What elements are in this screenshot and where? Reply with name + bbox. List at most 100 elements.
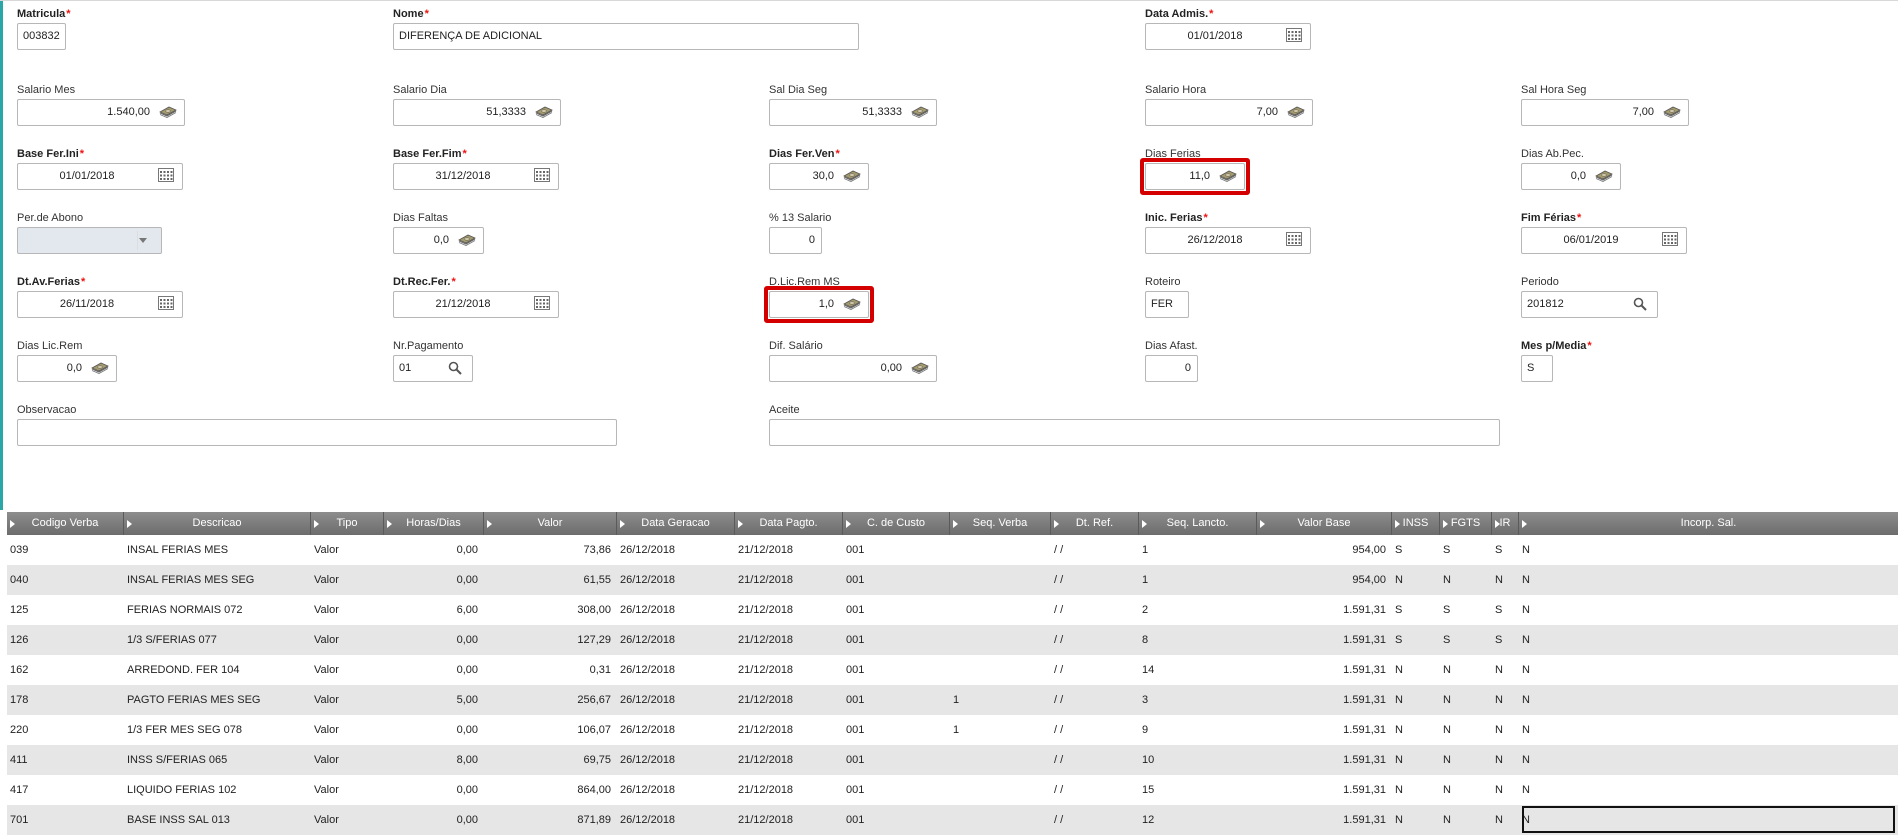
column-header[interactable]: C. de Custo <box>843 512 950 535</box>
column-sort-icon[interactable] <box>10 520 15 528</box>
table-cell[interactable]: N <box>1522 775 1530 805</box>
table-cell[interactable]: S <box>1443 625 1450 655</box>
table-cell[interactable]: 0,00 <box>384 565 478 595</box>
calendar-icon[interactable] <box>534 296 552 313</box>
column-header[interactable]: Valor Base <box>1257 512 1392 535</box>
table-cell[interactable]: 21/12/2018 <box>738 805 793 835</box>
table-cell[interactable]: Valor <box>314 535 339 565</box>
table-row[interactable]: 126 1/3 S/FERIAS 077 Valor 0,00 127,29 26/12/… <box>7 625 1898 655</box>
table-cell[interactable]: LIQUIDO FERIAS 102 <box>127 775 236 805</box>
calendar-icon[interactable] <box>1662 232 1680 249</box>
table-cell[interactable]: 73,86 <box>484 535 611 565</box>
table-cell[interactable]: N <box>1395 775 1403 805</box>
dias-afast-input[interactable]: 0 <box>1145 355 1198 382</box>
table-cell[interactable]: / / <box>1054 625 1063 655</box>
calendar-icon[interactable] <box>158 296 176 313</box>
search-icon[interactable] <box>448 361 466 378</box>
table-cell[interactable]: Valor <box>314 805 339 835</box>
table-cell[interactable]: ARREDOND. FER 104 <box>127 655 239 685</box>
table-cell[interactable]: 21/12/2018 <box>738 745 793 775</box>
table-cell[interactable]: S <box>1443 595 1450 625</box>
table-cell[interactable]: 001 <box>846 565 864 595</box>
table-cell[interactable]: 21/12/2018 <box>738 685 793 715</box>
table-cell[interactable]: 1 <box>953 685 959 715</box>
table-cell[interactable]: N <box>1495 685 1503 715</box>
table-cell[interactable]: Valor <box>314 775 339 805</box>
calculator-money-icon[interactable] <box>842 167 862 184</box>
column-sort-icon[interactable] <box>1443 520 1448 528</box>
column-sort-icon[interactable] <box>846 520 851 528</box>
table-cell[interactable]: N <box>1443 745 1451 775</box>
table-cell[interactable]: Valor <box>314 595 339 625</box>
dias-fer-ven-input[interactable]: 30,0 <box>769 163 869 190</box>
table-cell[interactable]: / / <box>1054 535 1063 565</box>
table-cell[interactable]: N <box>1522 685 1530 715</box>
calculator-money-icon[interactable] <box>534 103 554 120</box>
base-fer-fim-input[interactable]: 31/12/2018 <box>393 163 559 190</box>
table-cell[interactable]: INSAL FERIAS MES SEG <box>127 565 254 595</box>
column-header[interactable]: IR <box>1492 512 1519 535</box>
table-cell[interactable]: 220 <box>10 715 28 745</box>
column-header[interactable]: FGTS <box>1440 512 1492 535</box>
table-cell[interactable]: 001 <box>846 535 864 565</box>
chevron-down-icon[interactable] <box>138 236 156 253</box>
table-cell[interactable]: 21/12/2018 <box>738 625 793 655</box>
table-row[interactable]: 701 BASE INSS SAL 013 Valor 0,00 871,89 26/12… <box>7 805 1898 835</box>
table-cell[interactable]: 0,00 <box>384 655 478 685</box>
table-cell[interactable]: FERIAS NORMAIS 072 <box>127 595 243 625</box>
column-header[interactable]: Tipo <box>311 512 384 535</box>
table-cell[interactable]: S <box>1495 625 1502 655</box>
table-cell[interactable]: N <box>1522 565 1530 595</box>
table-cell[interactable]: 21/12/2018 <box>738 535 793 565</box>
salario-dia-input[interactable]: 51,3333 <box>393 99 561 126</box>
column-header[interactable]: Data Pagto. <box>735 512 843 535</box>
table-cell[interactable]: / / <box>1054 805 1063 835</box>
table-cell[interactable]: / / <box>1054 655 1063 685</box>
table-cell[interactable]: 256,67 <box>484 685 611 715</box>
column-sort-icon[interactable] <box>387 520 392 528</box>
table-cell[interactable]: 26/12/2018 <box>620 535 675 565</box>
column-sort-icon[interactable] <box>738 520 743 528</box>
table-cell[interactable]: 26/12/2018 <box>620 745 675 775</box>
salario-hora-input[interactable]: 7,00 <box>1145 99 1313 126</box>
table-cell[interactable]: Valor <box>314 655 339 685</box>
pct-13-salario-input[interactable]: 0 <box>769 227 822 254</box>
table-cell[interactable]: 1 <box>1142 535 1148 565</box>
calculator-money-icon[interactable] <box>910 359 930 376</box>
column-header[interactable]: Dt. Ref. <box>1051 512 1139 535</box>
table-cell[interactable]: INSAL FERIAS MES <box>127 535 228 565</box>
aceite-input[interactable] <box>769 419 1500 446</box>
table-cell[interactable]: 162 <box>10 655 28 685</box>
column-sort-icon[interactable] <box>1142 520 1147 528</box>
calendar-icon[interactable] <box>1286 28 1304 45</box>
calendar-icon[interactable] <box>158 168 176 185</box>
table-cell[interactable]: 0,00 <box>384 535 478 565</box>
sal-hora-seg-input[interactable]: 7,00 <box>1521 99 1689 126</box>
roteiro-input[interactable]: FER <box>1145 291 1189 318</box>
table-cell[interactable]: 3 <box>1142 685 1148 715</box>
table-cell[interactable]: N <box>1495 745 1503 775</box>
table-cell[interactable]: BASE INSS SAL 013 <box>127 805 230 835</box>
calculator-money-icon[interactable] <box>1594 167 1614 184</box>
table-cell[interactable]: Valor <box>314 715 339 745</box>
dias-lic-rem-input[interactable]: 0,0 <box>17 355 117 382</box>
table-cell[interactable]: N <box>1443 715 1451 745</box>
table-cell[interactable]: N <box>1522 715 1530 745</box>
table-cell[interactable]: 125 <box>10 595 28 625</box>
table-row[interactable]: 040 INSAL FERIAS MES SEG Valor 0,00 61,55 26/… <box>7 565 1898 595</box>
table-cell[interactable]: S <box>1395 535 1402 565</box>
observacao-input[interactable] <box>17 419 617 446</box>
table-cell[interactable]: 26/12/2018 <box>620 715 675 745</box>
table-cell[interactable]: 14 <box>1142 655 1154 685</box>
mes-p-media-input[interactable]: S <box>1521 355 1553 382</box>
table-cell[interactable]: N <box>1395 745 1403 775</box>
sal-dia-seg-input[interactable]: 51,3333 <box>769 99 937 126</box>
calendar-icon[interactable] <box>1286 232 1304 249</box>
table-cell[interactable]: 61,55 <box>484 565 611 595</box>
table-cell[interactable]: 871,89 <box>484 805 611 835</box>
table-cell[interactable]: / / <box>1054 715 1063 745</box>
matricula-input[interactable]: 003832 <box>17 23 66 50</box>
column-sort-icon[interactable] <box>1260 520 1265 528</box>
table-cell[interactable]: 21/12/2018 <box>738 775 793 805</box>
table-cell[interactable]: 69,75 <box>484 745 611 775</box>
